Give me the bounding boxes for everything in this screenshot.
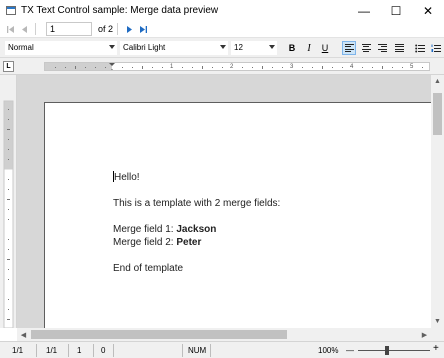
scroll-right-icon[interactable]: ▶	[418, 328, 431, 341]
zoom-in-button[interactable]: +	[433, 343, 439, 354]
status-separator	[93, 344, 94, 357]
align-center-icon	[361, 44, 371, 52]
text-line: End of template	[113, 263, 184, 274]
ruler-label: 3	[290, 64, 294, 70]
vertical-scrollbar[interactable]: ▲ ▼	[431, 75, 444, 328]
status-separator	[36, 344, 37, 357]
minimize-button[interactable]: —	[348, 0, 380, 21]
vertical-scroll-thumb[interactable]	[433, 93, 442, 135]
align-right-button[interactable]	[375, 41, 389, 55]
align-center-button[interactable]	[359, 41, 373, 55]
previous-record-icon[interactable]	[17, 22, 31, 36]
ruler-strip[interactable]: 1 2 3 4 5	[44, 62, 430, 71]
font-select-value: Calibri Light	[123, 43, 166, 52]
bullet-list-icon	[415, 44, 425, 52]
bullet-list-button[interactable]	[413, 41, 427, 55]
first-record-icon[interactable]	[3, 22, 17, 36]
merge-field-line: Merge field 2: Peter	[113, 236, 280, 249]
record-number-input[interactable]: 1	[46, 22, 92, 36]
maximize-button[interactable]: ☐	[380, 0, 412, 21]
record-count-label: of 2	[98, 24, 114, 34]
font-size-value: 12	[234, 43, 243, 52]
window-controls: — ☐ ✕	[348, 0, 444, 21]
ruler-label: 4	[350, 64, 354, 70]
numbered-list-icon	[431, 44, 441, 52]
section-indicator: 1/1	[46, 346, 58, 355]
status-separator	[113, 344, 114, 357]
status-separator	[68, 344, 69, 357]
record-navigator: 1 of 2	[0, 21, 444, 38]
last-record-icon[interactable]	[136, 22, 150, 36]
app-icon	[6, 6, 16, 15]
close-button[interactable]: ✕	[412, 0, 444, 21]
column-indicator: 0	[101, 346, 106, 355]
scroll-down-icon[interactable]: ▼	[431, 315, 444, 328]
merge-field-line: Merge field 1: Jackson	[113, 223, 280, 236]
document-area[interactable]: Hello! This is a template with 2 merge f…	[17, 75, 431, 328]
ruler-label: 5	[410, 64, 414, 70]
zoom-out-button[interactable]: —	[346, 345, 354, 356]
style-select-value: Normal	[8, 43, 34, 52]
text-line: Hello!	[113, 171, 280, 184]
horizontal-scroll-thumb[interactable]	[31, 330, 287, 339]
num-lock-indicator: NUM	[188, 346, 207, 355]
vertical-ruler-ticks	[3, 100, 14, 328]
align-right-icon	[377, 44, 387, 52]
greeting-text: Hello!	[114, 172, 140, 183]
text-line: This is a template with 2 merge fields:	[113, 198, 281, 209]
chevron-down-icon	[269, 45, 275, 49]
font-size-select[interactable]: 12	[231, 41, 277, 55]
horizontal-scrollbar[interactable]: ◀ ▶	[17, 328, 431, 341]
vertical-ruler[interactable]	[0, 75, 17, 328]
font-select[interactable]: Calibri Light	[120, 41, 228, 55]
scroll-up-icon[interactable]: ▲	[431, 75, 444, 88]
zoom-slider[interactable]	[358, 350, 430, 351]
bold-button[interactable]: B	[285, 41, 299, 55]
chevron-down-icon	[220, 45, 226, 49]
title-bar: TX Text Control sample: Merge data previ…	[0, 0, 444, 21]
toolbar-separator	[35, 23, 36, 35]
merge-field-value: Jackson	[176, 224, 217, 235]
merge-field-label: Merge field 2:	[113, 237, 177, 248]
zoom-level: 100%	[318, 346, 339, 355]
status-bar: 1/1 1/1 1 0 NUM 100% — +	[0, 341, 444, 358]
zoom-slider-thumb[interactable]	[385, 346, 389, 355]
align-left-button[interactable]	[342, 41, 356, 55]
document-text[interactable]: Hello! This is a template with 2 merge f…	[113, 171, 280, 275]
tab-stop-selector[interactable]: L	[3, 61, 14, 72]
align-left-icon	[344, 44, 354, 52]
merge-field-value: Peter	[176, 237, 202, 248]
scroll-left-icon[interactable]: ◀	[17, 328, 30, 341]
scrollbar-corner	[431, 328, 444, 341]
ruler-ticks	[45, 63, 423, 70]
ruler-label: 2	[230, 64, 234, 70]
justify-button[interactable]	[392, 41, 406, 55]
format-toolbar: Normal Calibri Light 12 B I U	[0, 38, 444, 58]
italic-button[interactable]: I	[302, 41, 316, 55]
ruler-label: 1	[170, 64, 174, 70]
next-record-icon[interactable]	[122, 22, 136, 36]
document-page[interactable]: Hello! This is a template with 2 merge f…	[44, 102, 431, 328]
line-indicator: 1	[77, 346, 82, 355]
status-separator	[182, 344, 183, 357]
style-select[interactable]: Normal	[5, 41, 117, 55]
merge-field-label: Merge field 1:	[113, 224, 177, 235]
status-separator	[210, 344, 211, 357]
page-indicator: 1/1	[12, 346, 24, 355]
chevron-down-icon	[109, 45, 115, 49]
numbered-list-button[interactable]	[429, 41, 443, 55]
underline-button[interactable]: U	[318, 41, 332, 55]
window-title: TX Text Control sample: Merge data previ…	[21, 5, 219, 16]
justify-icon	[394, 44, 404, 52]
toolbar-separator	[117, 23, 119, 35]
horizontal-ruler[interactable]: L 1 2 3 4 5	[0, 58, 444, 75]
